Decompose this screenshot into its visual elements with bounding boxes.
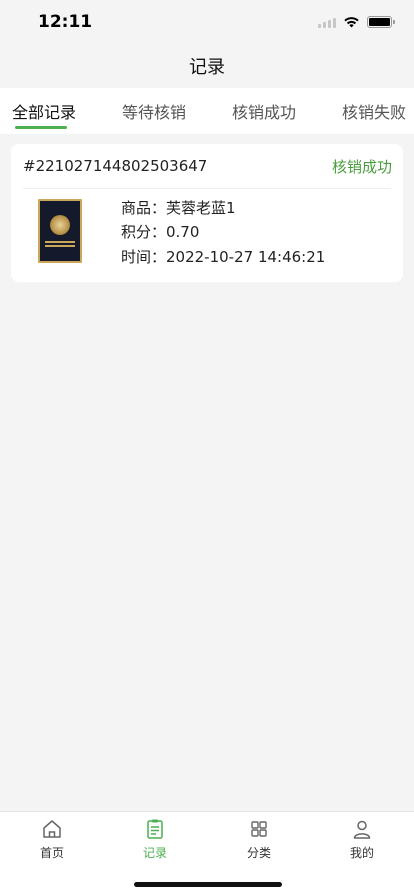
- profile-icon: [353, 820, 371, 839]
- wifi-icon: [344, 17, 359, 28]
- record-card[interactable]: #221027144802503647 核销成功 商品：芙蓉老蓝1 积分：0.7…: [11, 144, 403, 282]
- product-name: 商品：芙蓉老蓝1: [121, 199, 236, 217]
- tab-label: 核销失败: [342, 103, 407, 122]
- tab-label: 全部记录: [12, 103, 77, 122]
- record-time: 时间：2022-10-27 14:46:21: [121, 248, 326, 266]
- order-number: #221027144802503647: [23, 157, 208, 175]
- tabbar-home[interactable]: 首页: [22, 818, 82, 861]
- tabbar-label: 我的: [349, 846, 374, 860]
- tab-success[interactable]: 核销成功: [232, 88, 296, 134]
- tabbar-label: 分类: [246, 846, 271, 860]
- status-badge: 核销成功: [331, 157, 392, 176]
- page-title: 记录: [189, 57, 225, 78]
- tab-failed[interactable]: 核销失败: [342, 88, 406, 134]
- battery-icon: [367, 16, 395, 28]
- record-icon: [147, 819, 163, 839]
- status-bar: 12:11: [0, 0, 414, 44]
- category-icon: [251, 821, 267, 837]
- tabbar-record[interactable]: 记录: [125, 818, 185, 861]
- tabbar-label: 首页: [39, 846, 64, 860]
- cigarette-pack-image: [38, 199, 82, 263]
- tabbar-category[interactable]: 分类: [229, 818, 289, 861]
- tab-pending[interactable]: 等待核销: [122, 88, 186, 134]
- tab-active-indicator: [15, 126, 67, 129]
- home-icon: [43, 820, 61, 838]
- tabbar-label: 记录: [142, 846, 167, 860]
- divider: [23, 188, 391, 189]
- status-time: 12:11: [38, 12, 93, 32]
- tabbar-profile[interactable]: 我的: [332, 818, 392, 861]
- tab-label: 等待核销: [122, 103, 187, 122]
- points-value: 积分：0.70: [121, 223, 200, 241]
- tab-label: 核销成功: [232, 103, 297, 122]
- status-icons: [318, 16, 395, 28]
- signal-icon: [318, 17, 336, 28]
- record-card-header: #221027144802503647 核销成功: [11, 144, 403, 188]
- nav-bar: 记录: [0, 44, 414, 88]
- home-indicator: [134, 882, 282, 887]
